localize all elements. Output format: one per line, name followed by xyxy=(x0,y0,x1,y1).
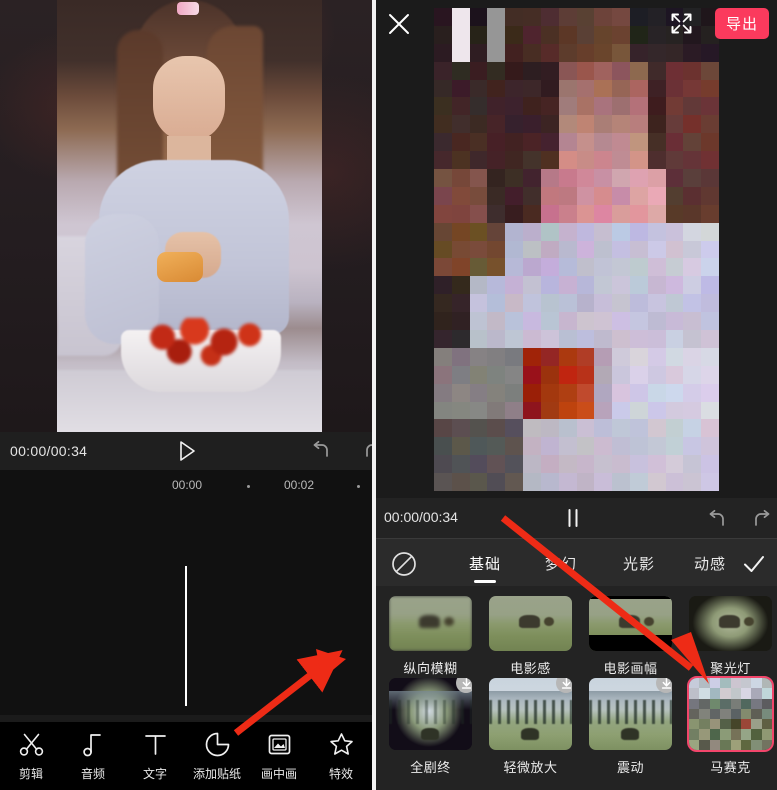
editor-panel-left: 00:00/00:34 00:00 00:02 剪辑 音频 文字 添加贴纸 画中… xyxy=(0,0,372,790)
toolbar-label: 文字 xyxy=(124,765,186,782)
no-effect-icon[interactable] xyxy=(391,551,417,582)
close-x-icon[interactable] xyxy=(387,12,411,41)
ruler-tick-dot xyxy=(247,485,250,488)
undo-icon[interactable] xyxy=(310,440,332,462)
effect-item-vertical-blur[interactable]: 纵向模糊 xyxy=(389,596,472,677)
tab-label: 基础 xyxy=(469,556,501,573)
sticker-icon xyxy=(186,731,248,759)
ruler-tick-label: 00:00 xyxy=(172,478,202,492)
subject-face xyxy=(153,56,225,142)
scissors-icon xyxy=(0,731,62,759)
timeline-playhead[interactable] xyxy=(185,566,187,706)
redo-icon[interactable] xyxy=(362,440,372,462)
tab-label: 光影 xyxy=(623,556,655,573)
effect-label: 马赛克 xyxy=(689,757,772,776)
export-button[interactable]: 导出 xyxy=(715,8,769,39)
export-label: 导出 xyxy=(726,13,758,34)
fullscreen-expand-icon[interactable] xyxy=(670,12,693,40)
effect-thumbnail xyxy=(689,596,772,651)
preview-transport-bar-left: 00:00/00:34 xyxy=(0,432,372,470)
play-icon[interactable] xyxy=(176,440,198,462)
toolbar-item-pip[interactable]: 画中画 xyxy=(248,731,310,782)
toolbar-label: 特效 xyxy=(310,765,372,782)
toolbar-item-edit[interactable]: 剪辑 xyxy=(0,731,62,782)
effect-thumbnail-grid: 纵向模糊 电影感 电影画幅 聚光灯 全剧终 轻微放大 震动 马赛克 xyxy=(376,586,777,790)
toolbar-item-effects[interactable]: 特效 xyxy=(310,731,372,782)
video-preview-mosaic[interactable] xyxy=(376,0,777,498)
pause-icon[interactable] xyxy=(562,507,584,534)
playback-time-right: 00:00/00:34 xyxy=(384,509,458,525)
effect-item-spotlight[interactable]: 聚光灯 xyxy=(689,596,772,677)
preview-video-frame xyxy=(57,0,322,432)
effect-label: 电影画幅 xyxy=(589,658,672,677)
tab-label: 梦幻 xyxy=(545,556,577,573)
toolbar-label: 添加贴纸 xyxy=(186,765,248,782)
preview-transport-bar-right: 00:00/00:34 xyxy=(376,498,777,538)
toolbar-item-sticker[interactable]: 添加贴纸 xyxy=(186,731,248,782)
effect-label: 震动 xyxy=(589,757,672,776)
playback-time-left: 00:00/00:34 xyxy=(10,443,87,459)
effect-item-the-end[interactable]: 全剧终 xyxy=(389,678,472,776)
effect-thumbnail xyxy=(389,678,472,750)
timeline-left[interactable]: 00:00 00:02 关闭原声 xyxy=(0,470,372,715)
effect-thumbnail xyxy=(589,678,672,750)
tab-basic[interactable]: 基础 xyxy=(469,553,501,574)
effects-header-bar: 导出 xyxy=(376,0,777,48)
editor-bottom-toolbar: 剪辑 音频 文字 添加贴纸 画中画 特效 xyxy=(0,722,372,790)
picture-in-picture-icon xyxy=(248,731,310,759)
tab-label: 动感 xyxy=(694,556,726,573)
mosaic-pixel-grid xyxy=(434,8,719,491)
sparkle-star-icon xyxy=(310,731,372,759)
app-root: 00:00/00:34 00:00 00:02 剪辑 音频 文字 添加贴纸 画中… xyxy=(0,0,777,790)
redo-icon[interactable] xyxy=(751,508,773,535)
effect-thumbnail xyxy=(489,678,572,750)
video-preview-original[interactable] xyxy=(0,0,372,432)
timeline-ruler: 00:00 00:02 xyxy=(0,470,372,504)
toolbar-label: 音频 xyxy=(62,765,124,782)
checkmark-icon[interactable] xyxy=(742,553,766,580)
panel-divider xyxy=(372,0,376,790)
effect-label: 纵向模糊 xyxy=(389,658,472,677)
toolbar-label: 剪辑 xyxy=(0,765,62,782)
ruler-tick-dot xyxy=(357,485,360,488)
tab-dynamic[interactable]: 动感 xyxy=(694,553,726,574)
effect-item-mosaic[interactable]: 马赛克 xyxy=(689,678,772,776)
effect-thumbnail xyxy=(689,678,772,750)
subject-hair-clip xyxy=(177,2,199,15)
undo-icon[interactable] xyxy=(706,508,728,535)
toolbar-label: 画中画 xyxy=(248,765,310,782)
red-food xyxy=(137,318,265,366)
effect-thumbnail xyxy=(589,596,672,651)
toolbar-item-audio[interactable]: 音频 xyxy=(62,731,124,782)
tab-light-shadow[interactable]: 光影 xyxy=(623,553,655,574)
effect-label: 轻微放大 xyxy=(489,757,572,776)
effects-panel-right: 导出 00:00/00:34 基础 梦幻 光影 动感 纵向模糊 电影感 电影画幅… xyxy=(376,0,777,790)
tab-active-underline xyxy=(474,580,496,583)
effect-category-tabs: 基础 梦幻 光影 动感 xyxy=(376,538,777,586)
effect-thumbnail xyxy=(389,596,472,651)
effect-item-cinema-frame[interactable]: 电影画幅 xyxy=(589,596,672,677)
effect-label: 全剧终 xyxy=(389,757,472,776)
effect-thumbnail xyxy=(489,596,572,651)
music-note-icon xyxy=(62,731,124,759)
food-in-hand xyxy=(157,252,203,282)
text-t-icon xyxy=(124,731,186,759)
effect-label: 电影感 xyxy=(489,658,572,677)
effect-label: 聚光灯 xyxy=(689,658,772,677)
effect-item-slight-zoom[interactable]: 轻微放大 xyxy=(489,678,572,776)
tab-dreamy[interactable]: 梦幻 xyxy=(545,553,577,574)
effect-item-cinematic[interactable]: 电影感 xyxy=(489,596,572,677)
effect-item-shake[interactable]: 震动 xyxy=(589,678,672,776)
ruler-tick-label: 00:02 xyxy=(284,478,314,492)
toolbar-item-text[interactable]: 文字 xyxy=(124,731,186,782)
mosaic-thumbnail-grid xyxy=(689,678,772,750)
